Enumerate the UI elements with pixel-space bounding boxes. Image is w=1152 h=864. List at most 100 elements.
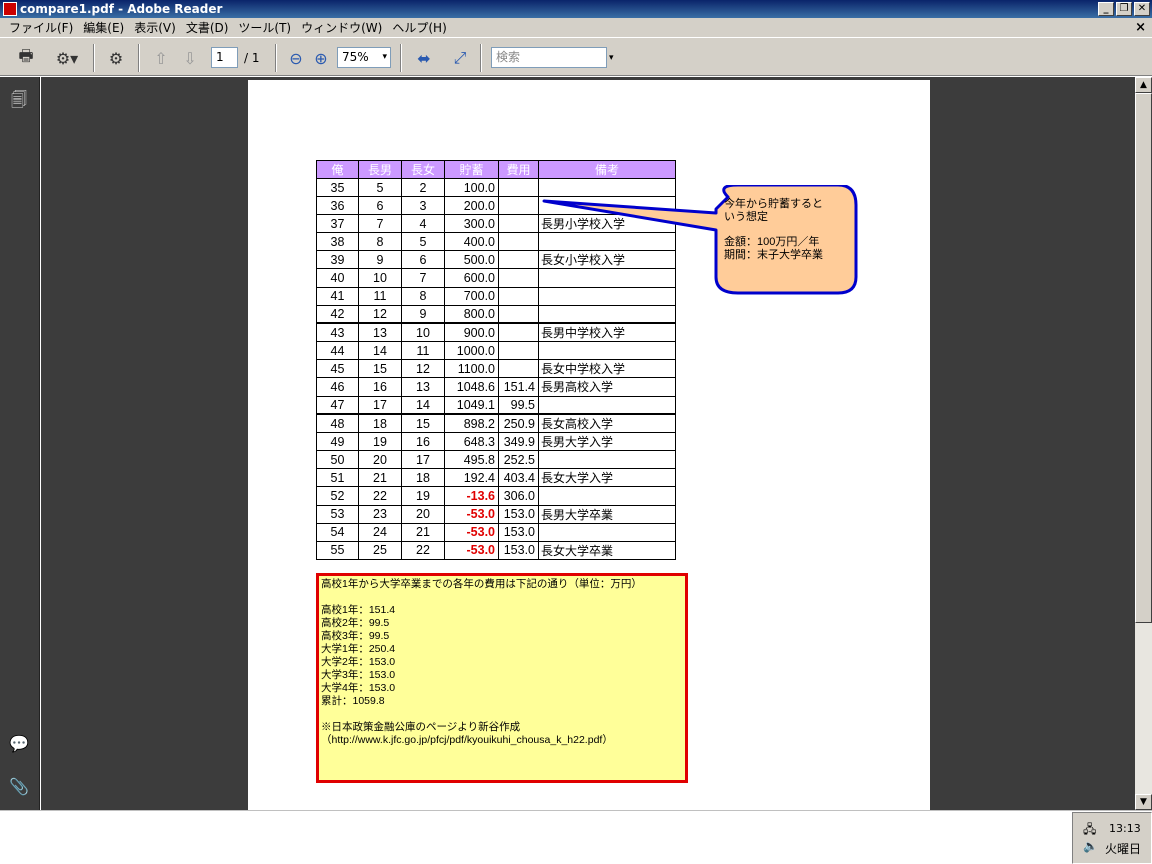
note-line: ※日本政策金融公庫のページより新谷作成 xyxy=(321,721,521,733)
menu-document[interactable]: 文書(D) xyxy=(181,19,234,36)
cell-cost: 153.0 xyxy=(498,540,539,560)
cell-son: 19 xyxy=(358,432,402,452)
cell-me: 44 xyxy=(316,341,359,361)
note-line xyxy=(321,708,683,721)
cell-daughter: 12 xyxy=(401,359,445,379)
cell-savings: 192.4 xyxy=(444,468,499,488)
cell-cost xyxy=(498,250,539,270)
note-line: 大学3年：153.0 xyxy=(321,669,396,681)
fit-width-icon[interactable]: ⬌ xyxy=(412,47,436,69)
system-tray: 🖧 🔈 13:13 火曜日 xyxy=(1072,812,1152,864)
cell-me: 37 xyxy=(316,214,359,234)
menu-file[interactable]: ファイル(F) xyxy=(4,19,78,36)
scroll-thumb[interactable] xyxy=(1135,93,1152,623)
note-line: 高校1年：151.4 xyxy=(321,604,396,616)
vertical-scrollbar[interactable]: ▲ ▼ xyxy=(1135,77,1152,810)
table-row: 55 25 22 -53.0 153.0 長女大学卒業 xyxy=(316,540,676,560)
cell-daughter: 4 xyxy=(401,214,445,234)
close-button[interactable]: ✕ xyxy=(1134,2,1150,16)
document-close-icon[interactable]: × xyxy=(1135,20,1146,35)
cell-me: 52 xyxy=(316,486,359,506)
share-icon[interactable]: ⚙▾ xyxy=(50,47,84,69)
menu-edit[interactable]: 編集(E) xyxy=(78,19,129,36)
previous-page-icon[interactable]: ⇧ xyxy=(149,47,173,69)
scroll-up-icon[interactable]: ▲ xyxy=(1135,77,1152,93)
cell-son: 22 xyxy=(358,486,402,506)
network-icon[interactable]: 🖧 xyxy=(1083,820,1099,836)
cell-savings: 400.0 xyxy=(444,232,499,252)
cell-cost xyxy=(498,214,539,234)
adobe-reader-icon xyxy=(3,2,17,16)
cell-me: 55 xyxy=(316,540,359,560)
cell-cost: 99.5 xyxy=(498,395,539,415)
menu-view[interactable]: 表示(V) xyxy=(129,19,181,36)
attachments-icon[interactable]: 📎 xyxy=(8,777,30,799)
zoom-in-icon[interactable]: ⊕ xyxy=(309,47,333,69)
minimize-button[interactable]: _ xyxy=(1098,2,1114,16)
navigation-panel: 🗐 💬 📎 xyxy=(0,77,40,810)
chevron-down-icon: ▾ xyxy=(382,52,387,62)
volume-icon[interactable]: 🔈 xyxy=(1083,839,1099,853)
attach-icon[interactable]: ⚙ xyxy=(104,47,128,69)
print-icon[interactable]: 🖶 xyxy=(14,46,38,69)
cell-savings: 648.3 xyxy=(444,432,499,452)
table-row: 43 13 10 900.0 長男中学校入学 xyxy=(316,322,676,343)
zoom-out-icon[interactable]: ⊖ xyxy=(284,47,308,69)
table-row: 50 20 17 495.8 252.5 xyxy=(316,450,676,470)
cell-me: 42 xyxy=(316,304,359,324)
cell-notes: 長男高校入学 xyxy=(538,377,676,397)
note-line xyxy=(321,591,683,604)
menu-window[interactable]: ウィンドウ(W) xyxy=(296,19,387,36)
pages-icon[interactable]: 🗐 xyxy=(8,89,30,111)
cost-note-box: 高校1年から大学卒業までの各年の費用は下記の通り（単位：万円） 高校1年：151.… xyxy=(316,573,688,783)
menu-help[interactable]: ヘルプ(H) xyxy=(387,19,451,36)
toolbar: 🖶 ⚙▾ ⚙ ⇧ ⇩ 1 / 1 ⊖ ⊕ 75% ▾ ⬌ ⤢ 検索 ▾ xyxy=(0,37,1152,76)
cell-son: 12 xyxy=(358,304,402,324)
taskbar xyxy=(0,810,1152,864)
cell-son: 21 xyxy=(358,468,402,488)
tray-day: 火曜日 xyxy=(1105,842,1142,856)
search-input[interactable]: 検索 xyxy=(491,47,607,68)
cell-me: 36 xyxy=(316,196,359,216)
menu-bar: ファイル(F) 編集(E) 表示(V) 文書(D) ツール(T) ウィンドウ(W… xyxy=(0,18,1152,37)
next-page-icon[interactable]: ⇩ xyxy=(178,47,202,69)
window-title: compare1.pdf - Adobe Reader xyxy=(20,2,223,16)
restore-button[interactable]: ❐ xyxy=(1116,2,1132,16)
cell-savings: 200.0 xyxy=(444,196,499,216)
cell-me: 39 xyxy=(316,250,359,270)
cell-daughter: 8 xyxy=(401,286,445,306)
cell-son: 16 xyxy=(358,377,402,397)
cell-daughter: 10 xyxy=(401,322,445,343)
cell-daughter: 17 xyxy=(401,450,445,470)
cell-son: 13 xyxy=(358,322,402,343)
header-me: 俺 xyxy=(316,160,359,179)
page-number-input[interactable]: 1 xyxy=(211,47,238,68)
document-area: 俺 長男 長女 貯蓄 費用 備考 35 5 2 100.0 36 6 3 200.0 37 7 4 3… xyxy=(41,77,1135,810)
fit-page-icon[interactable]: ⤢ xyxy=(448,47,472,69)
callout-line-3: 金額：100万円／年 xyxy=(724,236,820,248)
menu-tools[interactable]: ツール(T) xyxy=(233,19,296,36)
cell-cost xyxy=(498,232,539,252)
note-line: 高校2年：99.5 xyxy=(321,617,390,629)
cell-savings: 300.0 xyxy=(444,214,499,234)
cell-son: 7 xyxy=(358,214,402,234)
callout-line-4: 期間：末子大学卒業 xyxy=(724,248,823,261)
cell-daughter: 16 xyxy=(401,432,445,452)
table-row: 46 16 13 1048.6 151.4 長男高校入学 xyxy=(316,377,676,397)
header-savings: 貯蓄 xyxy=(444,160,499,179)
zoom-select[interactable]: 75% ▾ xyxy=(337,47,391,68)
search-dropdown-icon[interactable]: ▾ xyxy=(609,47,614,69)
cell-notes: 長女大学入学 xyxy=(538,468,676,488)
table-row: 45 15 12 1100.0 長女中学校入学 xyxy=(316,359,676,379)
note-line: 大学4年：153.0 xyxy=(321,682,396,694)
zoom-value: 75% xyxy=(342,50,369,64)
header-notes: 備考 xyxy=(538,160,676,179)
cell-savings: 1049.1 xyxy=(444,395,499,415)
cell-savings: 100.0 xyxy=(444,177,499,198)
cell-daughter: 19 xyxy=(401,486,445,506)
note-line: 大学1年：250.4 xyxy=(321,643,396,655)
comments-icon[interactable]: 💬 xyxy=(8,734,30,756)
cell-son: 10 xyxy=(358,268,402,288)
cell-cost xyxy=(498,196,539,216)
scroll-down-icon[interactable]: ▼ xyxy=(1135,794,1152,810)
